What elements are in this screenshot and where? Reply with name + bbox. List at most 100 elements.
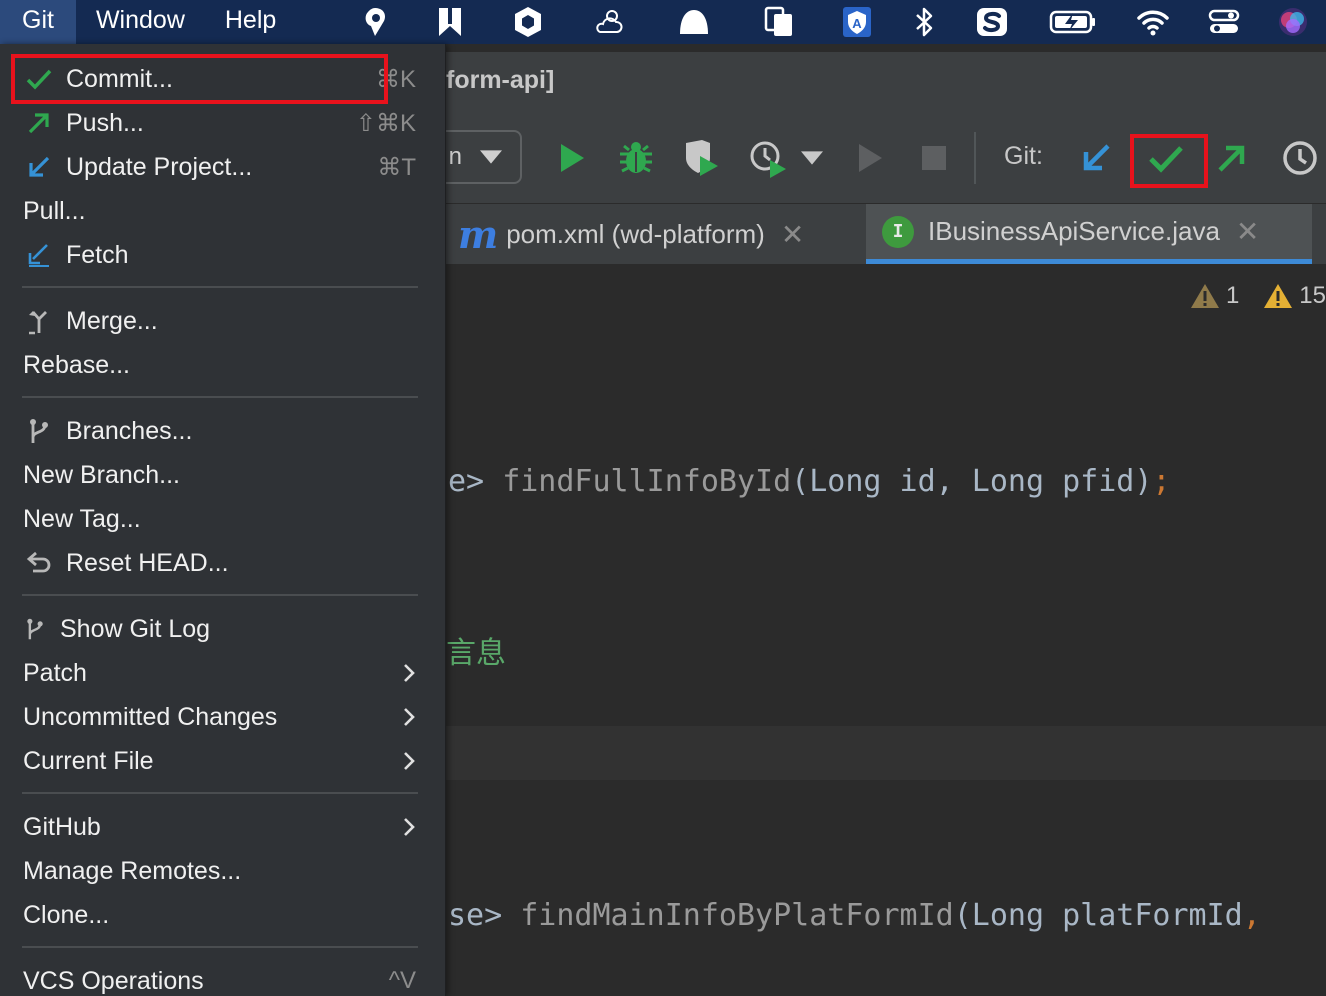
chevron-right-icon: [404, 664, 415, 682]
close-icon[interactable]: ✕: [781, 218, 804, 251]
menu-item-merge[interactable]: Merge...: [0, 299, 446, 343]
chevron-right-icon: [404, 818, 415, 836]
code-editor[interactable]: 1 15 e> findFullInfoById(Long id, Long p…: [446, 264, 1326, 996]
arrow-up-right-icon: [22, 106, 56, 140]
menu-item-vcs-operations[interactable]: VCS Operations ^V: [0, 959, 446, 996]
cloud-icon[interactable]: [652, 0, 736, 44]
undo-icon: [22, 546, 56, 580]
menubar-git[interactable]: Git: [0, 0, 76, 44]
menu-item-label: Manage Remotes...: [23, 856, 242, 885]
shield-a-icon[interactable]: A: [822, 0, 892, 44]
profile-options-button[interactable]: [792, 134, 832, 182]
shortcut: ⌘T: [377, 153, 416, 181]
tab-pom-xml[interactable]: m pom.xml (wd-platform) ✕: [458, 204, 804, 264]
arrow-down-left-icon: [22, 150, 56, 184]
clock-run-icon: [750, 141, 786, 178]
git-push-button[interactable]: [1208, 134, 1256, 182]
menu-item-label: New Tag...: [23, 504, 141, 533]
menu-item-label: VCS Operations: [23, 966, 204, 995]
menu-item-fetch[interactable]: Fetch: [0, 233, 446, 277]
tab-ibusinessapiservice[interactable]: I IBusinessApiService.java ✕: [866, 204, 1312, 264]
menu-separator: [22, 792, 418, 794]
menu-item-uncommitted-changes[interactable]: Uncommitted Changes: [0, 695, 446, 739]
siri-icon[interactable]: [1260, 0, 1326, 44]
menu-item-clone[interactable]: Clone...: [0, 893, 446, 937]
weather-icon[interactable]: [566, 0, 652, 44]
code-token: se>: [448, 898, 503, 933]
status-tray: A: [340, 0, 1326, 44]
ide-window: form-api] n Git: m pom.xml (wd-platform)…: [436, 44, 1326, 996]
menu-item-label: Clone...: [23, 900, 110, 929]
copy-icon[interactable]: [736, 0, 822, 44]
git-menu: Commit... ⌘K Push... ⇧⌘K Update Project.…: [0, 44, 446, 996]
bookmark-icon[interactable]: [410, 0, 490, 44]
battery-icon[interactable]: [1028, 0, 1118, 44]
s-app-icon[interactable]: [956, 0, 1028, 44]
warning-count[interactable]: 15: [1263, 282, 1326, 310]
chevron-down-icon: [480, 150, 502, 164]
code-token: ;: [1152, 464, 1171, 499]
shortcut: ^V: [388, 967, 416, 994]
arrow-up-right-icon: [1218, 145, 1245, 172]
code-comment: 言息: [446, 637, 506, 670]
ide-toolbar: n Git:: [436, 114, 1326, 204]
menu-item-github[interactable]: GitHub: [0, 805, 446, 849]
stop-button[interactable]: [910, 134, 958, 182]
close-icon[interactable]: ✕: [1236, 215, 1259, 248]
menu-separator: [22, 396, 418, 398]
menu-item-reset-head[interactable]: Reset HEAD...: [0, 541, 446, 585]
menu-separator: [22, 594, 418, 596]
bug-icon: [620, 142, 652, 173]
code-token: ,: [1242, 898, 1261, 933]
weak-warning-count[interactable]: 1: [1190, 282, 1239, 310]
resume-button[interactable]: [844, 134, 892, 182]
git-update-button[interactable]: [1072, 134, 1120, 182]
menu-item-label: Show Git Log: [60, 614, 211, 643]
menu-item-show-git-log[interactable]: Show Git Log: [0, 607, 446, 651]
git-history-button[interactable]: [1276, 134, 1324, 182]
menu-item-label: Reset HEAD...: [66, 548, 229, 577]
shortcut: ⇧⌘K: [355, 109, 416, 137]
menu-item-update-project[interactable]: Update Project... ⌘T: [0, 145, 446, 189]
coverage-button[interactable]: [678, 134, 726, 182]
caret-line-highlight: [446, 726, 1326, 780]
menu-item-branches[interactable]: Branches...: [0, 409, 446, 453]
menu-item-label: Current File: [23, 746, 154, 775]
menu-item-new-tag[interactable]: New Tag...: [0, 497, 446, 541]
fetch-icon: [22, 238, 56, 272]
tab-label: pom.xml (wd-platform): [506, 218, 765, 249]
bluetooth-icon[interactable]: [892, 0, 956, 44]
chevron-right-icon: [404, 708, 415, 726]
inspection-widget[interactable]: 1 15: [1176, 282, 1326, 310]
menu-item-manage-remotes[interactable]: Manage Remotes...: [0, 849, 446, 893]
code-line-findfullinfobyid: e> findFullInfoById(Long id, Long pfid);: [448, 464, 1170, 499]
pin-icon[interactable]: [340, 0, 410, 44]
toolbar-separator: [974, 132, 976, 184]
menu-item-push[interactable]: Push... ⇧⌘K: [0, 101, 446, 145]
hexagon-icon[interactable]: [490, 0, 566, 44]
play-disabled-icon: [859, 144, 882, 172]
menu-item-label: New Branch...: [23, 460, 181, 489]
menu-item-label: Push...: [66, 108, 144, 137]
run-button[interactable]: [546, 134, 594, 182]
debug-button[interactable]: [612, 134, 660, 182]
menu-item-patch[interactable]: Patch: [0, 651, 446, 695]
menu-item-pull[interactable]: Pull...: [0, 189, 446, 233]
menu-item-current-file[interactable]: Current File: [0, 739, 446, 783]
menu-item-rebase[interactable]: Rebase...: [0, 343, 446, 387]
menubar-help[interactable]: Help: [205, 0, 296, 44]
menu-item-label: Merge...: [66, 306, 158, 335]
arrow-down-left-icon: [1083, 144, 1110, 171]
menu-item-new-branch[interactable]: New Branch...: [0, 453, 446, 497]
code-args: (Long platFormId: [953, 898, 1243, 933]
menubar-window[interactable]: Window: [76, 0, 205, 44]
menu-item-label: Uncommitted Changes: [23, 702, 278, 731]
menu-separator: [22, 946, 418, 948]
control-center-icon[interactable]: [1188, 0, 1260, 44]
branch-icon: [22, 414, 56, 448]
wifi-icon[interactable]: [1118, 0, 1188, 44]
weak-warning-icon: [1190, 284, 1219, 308]
run-config-selector[interactable]: n: [436, 130, 522, 184]
profile-button[interactable]: [744, 134, 792, 182]
chevron-right-icon: [404, 752, 415, 770]
